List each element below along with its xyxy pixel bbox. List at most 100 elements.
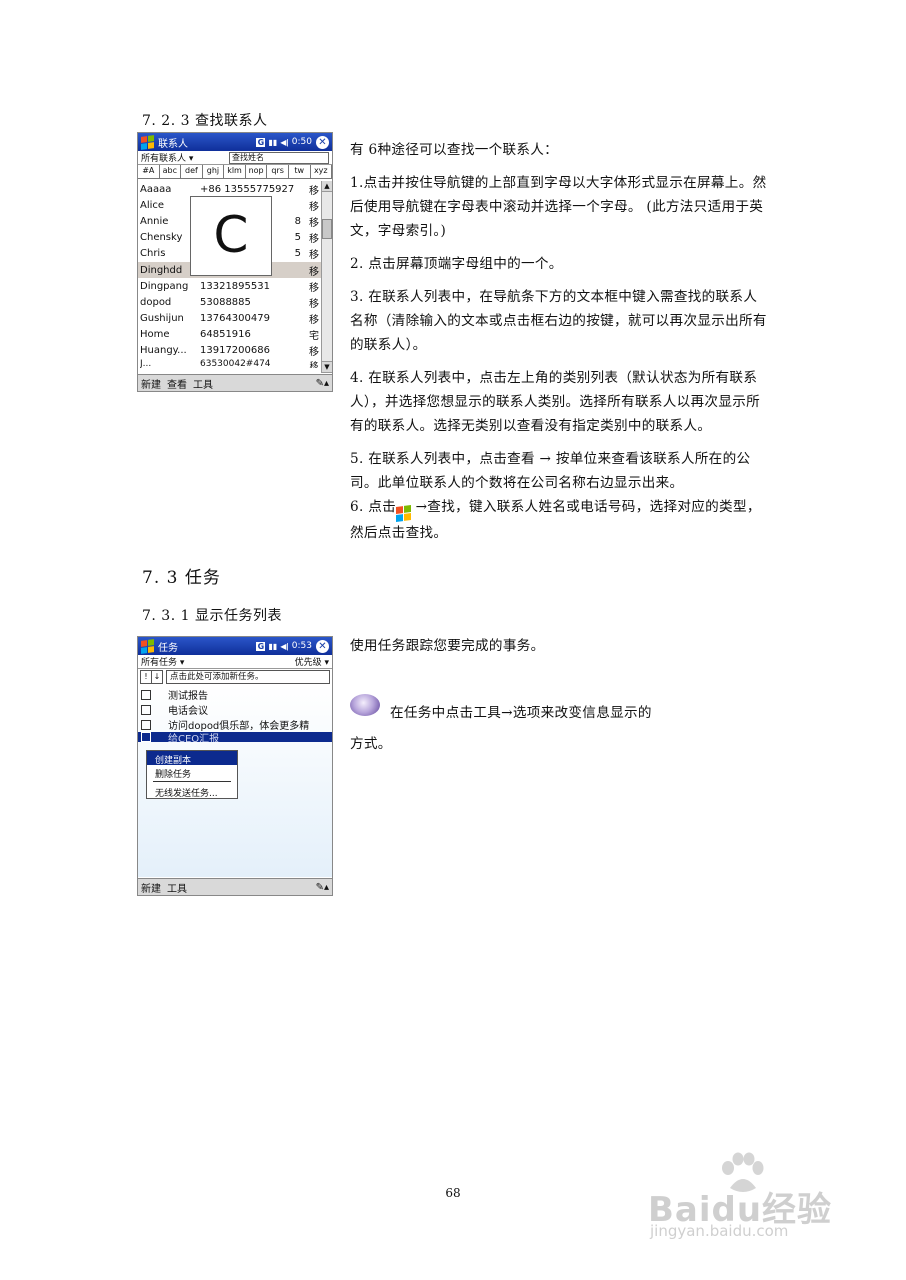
letter-group[interactable]: abc bbox=[160, 165, 182, 178]
find-method-4: 4. 在联系人列表中，点击左上角的类别列表（默认状态为所有联系人），并选择您想显… bbox=[350, 370, 761, 434]
section-heading-7-2-3: 7. 2. 3 查找联系人 bbox=[142, 113, 268, 129]
sort-arrow-icon[interactable]: ↓ bbox=[152, 670, 163, 684]
priority-icon[interactable]: ! bbox=[140, 670, 152, 684]
scroll-up-icon[interactable]: ▲ bbox=[322, 181, 332, 192]
contact-type: 移 bbox=[309, 266, 319, 278]
big-letter-overlay: C bbox=[190, 196, 272, 276]
windows-start-icon bbox=[395, 504, 411, 523]
contact-phone: 63530042#474 bbox=[200, 359, 271, 369]
category-row: 所有联系人 ▾ 查找姓名 bbox=[138, 151, 332, 165]
task-row[interactable]: 测试报告 bbox=[138, 687, 332, 702]
menu-bar: 新建 查看 工具 ✎▴ bbox=[138, 374, 332, 391]
find-name-input[interactable]: 查找姓名 bbox=[229, 151, 329, 164]
letter-group[interactable]: def bbox=[181, 165, 203, 178]
task-checkbox[interactable] bbox=[141, 719, 151, 730]
task-context-menu: 创建副本 删除任务 无线发送任务... bbox=[146, 750, 238, 799]
section-heading-7-3-1: 7. 3. 1 显示任务列表 bbox=[142, 608, 282, 624]
menu-tools[interactable]: 工具 bbox=[193, 376, 213, 391]
signal-icon[interactable]: ▮▮ bbox=[268, 642, 277, 651]
task-row[interactable]: 电话会议 bbox=[138, 702, 332, 717]
scroll-down-icon[interactable]: ▼ bbox=[322, 361, 332, 373]
task-checkbox[interactable] bbox=[141, 704, 151, 715]
contact-name: Gushijun bbox=[140, 313, 184, 325]
task-checkbox[interactable] bbox=[141, 732, 151, 742]
contact-row[interactable]: Dingpang 13321895531 移 bbox=[138, 278, 321, 294]
contact-type: 移 bbox=[309, 298, 319, 310]
contact-type: 移 bbox=[309, 250, 319, 262]
connectivity-icon[interactable]: G bbox=[256, 641, 266, 651]
letter-group[interactable]: ghj bbox=[203, 165, 225, 178]
contact-row[interactable]: dopod 53088885 移 bbox=[138, 294, 321, 310]
volume-icon[interactable]: ◀ǀ bbox=[280, 642, 289, 651]
close-icon[interactable]: ✕ bbox=[316, 639, 329, 653]
task-row-selected[interactable]: 给CEO汇报 bbox=[138, 732, 332, 742]
task-checkbox[interactable] bbox=[141, 689, 151, 700]
contact-phone: +86 13555775927 bbox=[200, 183, 295, 195]
sort-dropdown[interactable]: 优先级 ▾ bbox=[295, 655, 329, 668]
find-method-6: 6. 点击 →查找，键入联系人姓名或电话号码，选择对应的类型，然后点击查找。 bbox=[350, 495, 770, 545]
scroll-thumb[interactable] bbox=[322, 219, 332, 239]
tasks-tip-line2: 方式。 bbox=[350, 736, 392, 752]
volume-icon[interactable]: ◀ǀ bbox=[280, 138, 289, 147]
contact-type: 移 bbox=[309, 201, 319, 213]
category-dropdown[interactable]: 所有任务 ▾ bbox=[141, 655, 184, 668]
close-icon[interactable]: ✕ bbox=[316, 135, 329, 149]
entry-bar: ! ↓ 点击此处可添加新任务。 bbox=[138, 669, 332, 685]
menu-divider bbox=[153, 781, 231, 782]
tasks-tip-line1: 在任务中点击工具→选项来改变信息显示的 bbox=[390, 705, 652, 721]
contact-type: 移 bbox=[309, 282, 319, 294]
contact-name: J... bbox=[140, 359, 152, 369]
baidu-watermark: Baidu经验 jingyan.baidu.com bbox=[648, 1152, 860, 1242]
contact-phone: 64851916 bbox=[200, 329, 251, 341]
letter-group[interactable]: klm bbox=[224, 165, 246, 178]
windows-start-icon[interactable] bbox=[141, 638, 154, 654]
find-contact-text: 有 6种途径可以查找一个联系人： 1.点击并按住导航键的上部直到字母以大字体形式… bbox=[350, 138, 770, 554]
tasks-screenshot: 任务 G ▮▮ ◀ǀ 0:53 ✕ 所有任务 ▾ 优先级 ▾ ! ↓ 点击此处可… bbox=[137, 636, 333, 896]
contact-row[interactable]: Home 64851916 宅 bbox=[138, 327, 321, 343]
signal-icon[interactable]: ▮▮ bbox=[268, 138, 277, 147]
category-dropdown[interactable]: 所有联系人 ▾ bbox=[141, 151, 229, 164]
task-row[interactable]: 访问dopod俱乐部，体会更多精 bbox=[138, 717, 332, 732]
keyboard-icon[interactable]: ✎▴ bbox=[316, 882, 329, 893]
contact-name: Huangy... bbox=[140, 345, 187, 357]
menu-tools[interactable]: 工具 bbox=[167, 880, 187, 895]
contact-type: 移 bbox=[309, 234, 319, 246]
find-method-6-start: 6. 点击 bbox=[350, 499, 396, 515]
title-bar: 联系人 G ▮▮ ◀ǀ 0:50 ✕ bbox=[138, 133, 332, 151]
contact-row[interactable]: J... 63530042#474 移 bbox=[138, 359, 321, 368]
letter-group[interactable]: nop bbox=[246, 165, 268, 178]
add-task-input[interactable]: 点击此处可添加新任务。 bbox=[166, 670, 330, 684]
section-heading-7-3: 7. 3 任务 bbox=[142, 568, 221, 588]
find-method-2: 2. 点击屏幕顶端字母组中的一个。 bbox=[350, 256, 563, 272]
menu-item-beam[interactable]: 无线发送任务... bbox=[147, 784, 237, 799]
keyboard-icon[interactable]: ✎▴ bbox=[316, 378, 329, 389]
connectivity-icon[interactable]: G bbox=[256, 137, 266, 147]
letter-group[interactable]: qrs bbox=[267, 165, 289, 178]
category-row: 所有任务 ▾ 优先级 ▾ bbox=[138, 655, 332, 669]
clock[interactable]: 0:50 bbox=[292, 137, 312, 147]
contact-name: Home bbox=[140, 329, 170, 341]
letter-group[interactable]: xyz bbox=[311, 165, 332, 178]
contact-name: dopod bbox=[140, 296, 172, 308]
clock[interactable]: 0:53 bbox=[292, 641, 312, 651]
tip-icon bbox=[350, 694, 380, 716]
contact-type: 移 bbox=[309, 315, 319, 327]
menu-new[interactable]: 新建 bbox=[141, 376, 161, 391]
menu-item-copy[interactable]: 创建副本 bbox=[147, 751, 237, 766]
task-label: 给CEO汇报 bbox=[168, 733, 220, 743]
windows-start-icon[interactable] bbox=[141, 134, 154, 150]
find-method-5: 5. 在联系人列表中，点击查看 → 按单位来查看该联系人所在的公司。此单位联系人… bbox=[350, 451, 751, 491]
contact-row[interactable]: Gushijun 13764300479 移 bbox=[138, 311, 321, 327]
task-label: 访问dopod俱乐部，体会更多精 bbox=[168, 721, 310, 732]
letter-group[interactable]: #A bbox=[138, 165, 160, 178]
letter-group[interactable]: tw bbox=[289, 165, 311, 178]
contact-type: 移 bbox=[309, 185, 319, 197]
menu-item-delete[interactable]: 删除任务 bbox=[147, 765, 237, 780]
menu-new[interactable]: 新建 bbox=[141, 880, 161, 895]
letter-index-bar: #A abc def ghj klm nop qrs tw xyz bbox=[138, 165, 332, 179]
contact-row[interactable]: Aaaaa +86 13555775927 移 bbox=[138, 181, 321, 197]
contact-row[interactable]: Huangy... 13917200686 移 bbox=[138, 343, 321, 359]
menu-view[interactable]: 查看 bbox=[167, 376, 187, 391]
contact-phone: 53088885 bbox=[200, 296, 251, 308]
contact-scrollbar[interactable]: ▲ ▼ bbox=[321, 181, 332, 373]
